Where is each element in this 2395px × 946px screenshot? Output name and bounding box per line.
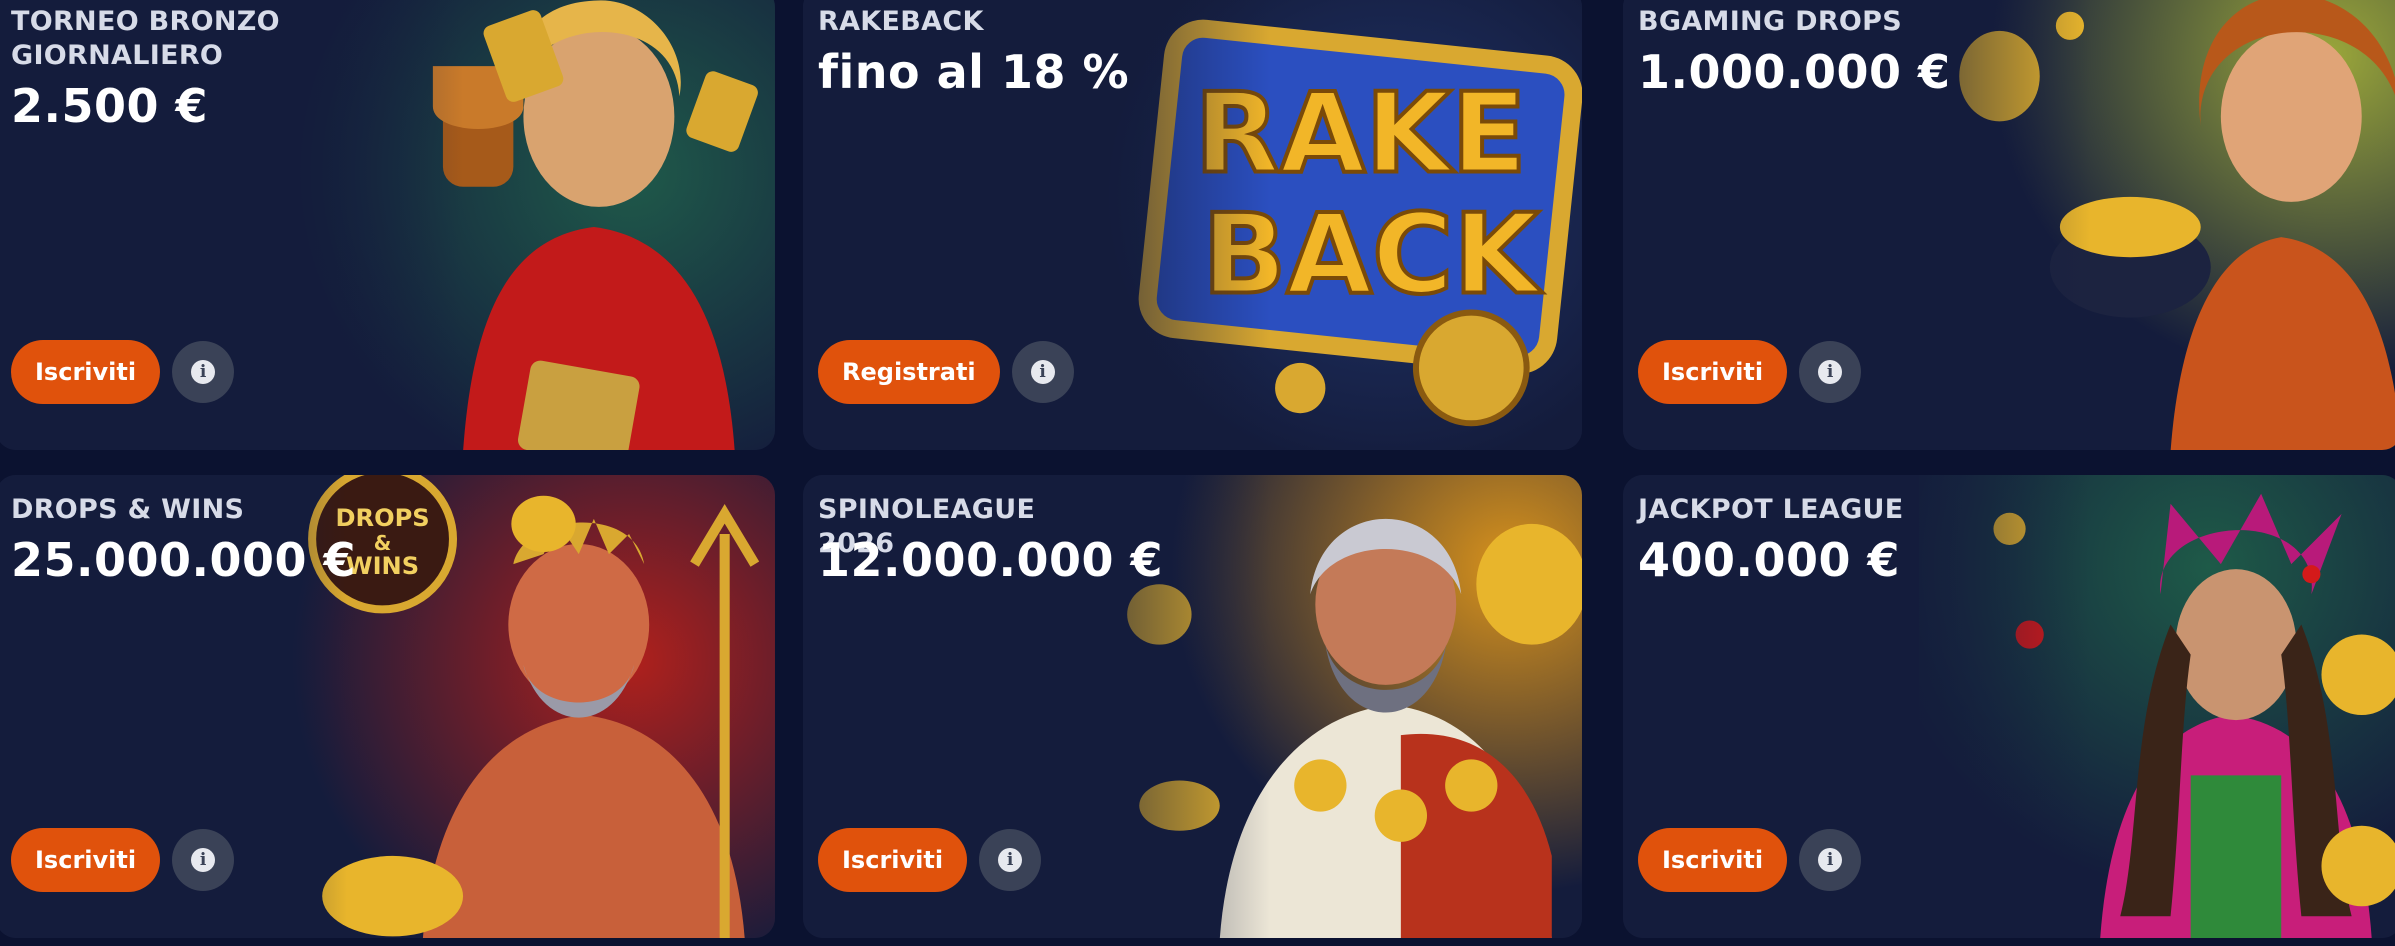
card-title: RAKEBACK bbox=[818, 6, 984, 37]
promo-card-torneo-bronzo[interactable]: TORNEO BRONZO GIORNALIERO 2.500 € Iscriv… bbox=[0, 0, 775, 450]
info-icon: i bbox=[1818, 848, 1843, 872]
promo-card-jackpot-league[interactable]: JACKPOT LEAGUE 400.000 € Iscriviti i bbox=[1623, 475, 2395, 938]
info-button[interactable]: i bbox=[1799, 829, 1862, 891]
iscriviti-button[interactable]: Iscriviti bbox=[1638, 828, 1788, 892]
info-icon: i bbox=[1818, 360, 1843, 384]
card-amount: fino al 18 % bbox=[818, 45, 1130, 99]
card-actions: Iscriviti i bbox=[1638, 828, 1862, 892]
registrati-button[interactable]: Registrati bbox=[818, 340, 1000, 404]
info-button[interactable]: i bbox=[172, 341, 235, 403]
card-actions: Registrati i bbox=[818, 340, 1074, 404]
card-amount: 12.000.000 € bbox=[818, 533, 1164, 587]
promo-card-bgaming-drops[interactable]: BGAMING DROPS 1.000.000 € Iscriviti i bbox=[1623, 0, 2395, 450]
card-title: DROPS & WINS bbox=[11, 494, 245, 525]
info-button[interactable]: i bbox=[979, 829, 1042, 891]
card-amount: 2.500 € bbox=[11, 79, 209, 133]
poseidon-illustration: DROPS & WINS bbox=[292, 475, 775, 938]
card-actions: Iscriviti i bbox=[11, 828, 235, 892]
card-actions: Iscriviti i bbox=[11, 340, 235, 404]
card-actions: Iscriviti i bbox=[818, 828, 1042, 892]
card-amount: 400.000 € bbox=[1638, 533, 1901, 587]
info-button[interactable]: i bbox=[1799, 341, 1862, 403]
card-title: TORNEO BRONZO GIORNALIERO bbox=[11, 6, 280, 71]
card-amount: 1.000.000 € bbox=[1638, 45, 1951, 99]
info-icon: i bbox=[191, 848, 216, 872]
info-icon: i bbox=[191, 360, 216, 384]
promo-card-spinoleague[interactable]: SPINOLEAGUE 2026 12.000.000 € Iscriviti … bbox=[803, 475, 1582, 938]
promo-card-drops-wins[interactable]: DROPS & WINS DROPS & WINS 25.000.000 € I… bbox=[0, 475, 775, 938]
card-title: JACKPOT LEAGUE bbox=[1638, 494, 1904, 525]
tournaments-grid: TORNEO BRONZO GIORNALIERO 2.500 € Iscriv… bbox=[0, 0, 2395, 946]
info-button[interactable]: i bbox=[1011, 341, 1074, 403]
info-button[interactable]: i bbox=[172, 829, 235, 891]
svg-text:WINS: WINS bbox=[346, 552, 419, 580]
card-title: BGAMING DROPS bbox=[1638, 6, 1902, 37]
info-icon: i bbox=[1030, 360, 1055, 384]
iscriviti-button[interactable]: Iscriviti bbox=[818, 828, 968, 892]
info-icon: i bbox=[998, 848, 1023, 872]
iscriviti-button[interactable]: Iscriviti bbox=[11, 340, 161, 404]
card-amount: 25.000.000 € bbox=[11, 533, 357, 587]
svg-text:DROPS: DROPS bbox=[336, 504, 430, 532]
iscriviti-button[interactable]: Iscriviti bbox=[1638, 340, 1788, 404]
iscriviti-button[interactable]: Iscriviti bbox=[11, 828, 161, 892]
card-actions: Iscriviti i bbox=[1638, 340, 1862, 404]
promo-card-rakeback[interactable]: RAKE BACK RAKEBACK fino al 18 % Registra… bbox=[803, 0, 1582, 450]
